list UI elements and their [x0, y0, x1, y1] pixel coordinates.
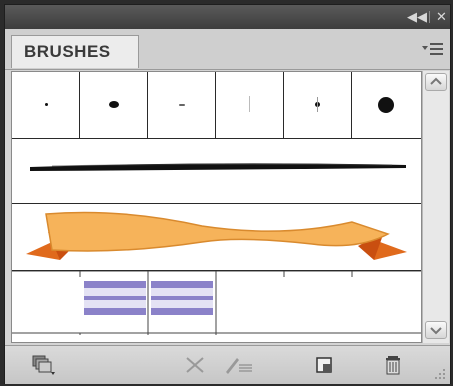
chevron-up-icon — [430, 77, 442, 85]
tab-strip: BRUSHES — [5, 29, 450, 70]
vertical-scrollbar[interactable] — [422, 71, 449, 343]
tiny-dot-brush[interactable] — [12, 72, 80, 138]
small-star-brush[interactable] — [284, 72, 352, 138]
brushes-panel: ◀◀ ✕ BRUSHES — [4, 4, 451, 384]
ribbon-banner-brush[interactable] — [12, 204, 421, 271]
brush-libraries-menu-icon[interactable] — [31, 354, 55, 376]
resize-grip-icon[interactable] — [434, 368, 446, 380]
close-icon[interactable]: ✕ — [436, 9, 447, 25]
tab-brushes[interactable]: BRUSHES — [11, 35, 139, 68]
remove-brush-stroke-icon[interactable] — [183, 354, 207, 376]
ribbon-banner-shape — [26, 211, 407, 260]
large-round-brush[interactable] — [352, 72, 421, 138]
new-brush-icon[interactable] — [313, 354, 337, 376]
titlebar-divider — [429, 11, 430, 23]
delete-brush-icon[interactable] — [381, 354, 405, 376]
double-chevron-left-icon[interactable]: ◀◀ — [407, 9, 427, 25]
brush-list — [11, 71, 422, 343]
pattern-tile-left — [84, 279, 146, 331]
options-of-selected-object-icon[interactable] — [223, 354, 255, 376]
thin-vertical-brush[interactable] — [216, 72, 284, 138]
dash-brush[interactable] — [148, 72, 216, 138]
tab-brushes-label: BRUSHES — [24, 42, 111, 61]
panel-toolbar — [5, 345, 450, 384]
stripe-pattern-shape — [12, 270, 421, 335]
charcoal-stroke-shape — [30, 163, 406, 171]
small-oval-brush[interactable] — [80, 72, 148, 138]
stripe-pattern-brush[interactable] — [12, 270, 421, 335]
charcoal-stroke-brush[interactable] — [12, 139, 421, 204]
scroll-up-button[interactable] — [425, 73, 447, 91]
pattern-tile-right — [151, 279, 213, 331]
scroll-down-button[interactable] — [425, 321, 447, 339]
chevron-down-icon — [430, 327, 442, 335]
calligraphic-brush-row — [12, 72, 421, 139]
panel-menu-icon[interactable] — [422, 41, 444, 57]
panel-titlebar[interactable]: ◀◀ ✕ — [5, 5, 450, 29]
